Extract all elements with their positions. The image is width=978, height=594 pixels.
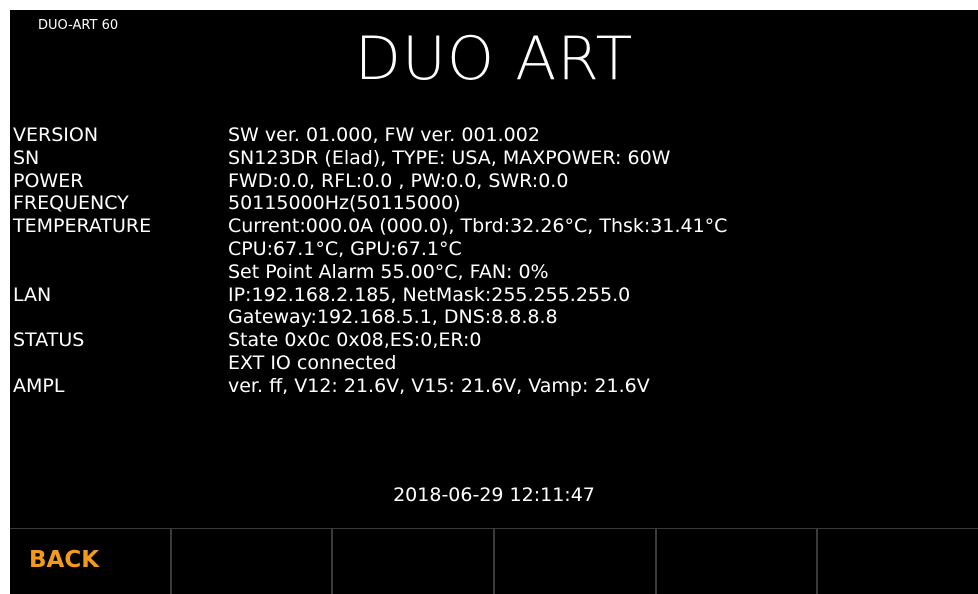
row-value: SN123DR (Elad), TYPE: USA, MAXPOWER: 60W (228, 146, 671, 169)
softkey-bar: BACK (10, 528, 978, 594)
row-label (13, 352, 228, 375)
info-row-temperature-cpu: CPU:67.1°C, GPU:67.1°C (13, 238, 727, 261)
back-button-label: BACK (29, 547, 100, 573)
info-row-status-extio: EXT IO connected (13, 352, 727, 375)
info-row-lan: LAN IP:192.168.2.185, NetMask:255.255.25… (13, 284, 727, 307)
softkey-3[interactable] (333, 528, 496, 594)
app-title: DUO ART (354, 24, 634, 94)
info-table: VERSION SW ver. 01.000, FW ver. 001.002 … (13, 124, 727, 398)
row-label: POWER (13, 169, 84, 192)
row-label (13, 306, 228, 329)
row-label: VERSION (13, 124, 99, 146)
row-label: TEMPERATURE (13, 215, 152, 238)
row-label (13, 238, 228, 261)
row-value: ver. ff, V12: 21.6V, V15: 21.6V, Vamp: 2… (228, 374, 650, 397)
row-label: FREQUENCY (13, 192, 129, 215)
row-value: Current:000.0A (000.0), Tbrd:32.26°C, Th… (228, 215, 728, 238)
softkey-4[interactable] (495, 528, 657, 594)
row-label: LAN (13, 283, 52, 306)
row-value: Set Point Alarm 55.00°C, FAN: 0% (228, 260, 549, 283)
info-row-lan-gateway: Gateway:192.168.5.1, DNS:8.8.8.8 (13, 306, 727, 329)
row-value: FWD:0.0, RFL:0.0 , PW:0.0, SWR:0.0 (228, 169, 569, 192)
info-row-temperature-alarm: Set Point Alarm 55.00°C, FAN: 0% (13, 261, 727, 284)
row-value: Gateway:192.168.5.1, DNS:8.8.8.8 (228, 306, 558, 329)
device-screen: DUO-ART 60 DUO ART VERSION SW ver. 01.00… (10, 10, 978, 594)
row-value: CPU:67.1°C, GPU:67.1°C (228, 237, 462, 260)
row-label: AMPL (13, 374, 65, 397)
info-row-power: POWER FWD:0.0, RFL:0.0 , PW:0.0, SWR:0.0 (13, 170, 727, 193)
row-label: STATUS (13, 329, 85, 352)
info-row-status: STATUS State 0x0c 0x08,ES:0,ER:0 (13, 329, 727, 352)
softkey-2[interactable] (171, 528, 334, 594)
row-value: EXT IO connected (228, 351, 397, 374)
info-row-version: VERSION SW ver. 01.000, FW ver. 001.002 (13, 124, 727, 147)
row-value: SW ver. 01.000, FW ver. 001.002 (228, 124, 540, 146)
softkey-6[interactable] (818, 528, 978, 594)
row-value: 50115000Hz(50115000) (228, 192, 461, 215)
row-label: SN (13, 146, 40, 169)
info-row-temperature: TEMPERATURE Current:000.0A (000.0), Tbrd… (13, 215, 727, 238)
back-button[interactable]: BACK (10, 528, 172, 594)
row-label (13, 261, 228, 284)
row-value: State 0x0c 0x08,ES:0,ER:0 (228, 329, 482, 352)
row-value: IP:192.168.2.185, NetMask:255.255.255.0 (228, 283, 631, 306)
info-row-frequency: FREQUENCY 50115000Hz(50115000) (13, 192, 727, 215)
info-row-sn: SN SN123DR (Elad), TYPE: USA, MAXPOWER: … (13, 147, 727, 170)
info-row-ampl: AMPL ver. ff, V12: 21.6V, V15: 21.6V, Va… (13, 375, 727, 398)
datetime-display: 2018-06-29 12:11:47 (393, 484, 595, 506)
softkey-5[interactable] (656, 528, 819, 594)
